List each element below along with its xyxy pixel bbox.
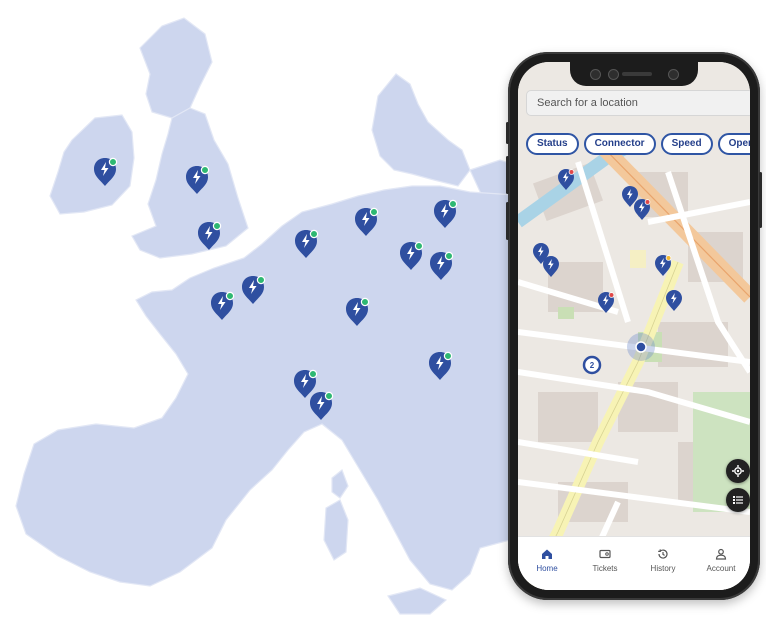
nav-tickets[interactable]: Tickets (577, 547, 633, 573)
search-placeholder: Search for a location (537, 97, 638, 109)
filter-chips: Status Connector Speed Operator (526, 133, 750, 155)
filter-chip-status[interactable]: Status (526, 133, 579, 155)
history-icon (658, 549, 668, 559)
land-scandinavia (371, 73, 471, 187)
phone-mockup: 2 Search for a location Status Connector… (506, 52, 762, 600)
nav-account-label: Account (706, 564, 736, 573)
crosshair-icon (732, 465, 744, 477)
phone-screen: 2 Search for a location Status Connector… (518, 62, 750, 590)
search-input[interactable]: Search for a location (526, 90, 750, 116)
ticket-icon (599, 549, 611, 559)
nav-account[interactable]: Account (693, 547, 749, 573)
cluster-marker[interactable]: 2 (582, 355, 602, 375)
speaker-grille (622, 72, 652, 76)
land-continent (15, 185, 531, 591)
land-masses (15, 17, 531, 615)
home-icon (542, 549, 552, 559)
camera-icon (608, 69, 619, 80)
camera-icon (590, 69, 601, 80)
account-icon (715, 548, 727, 560)
camera-icon (668, 69, 679, 80)
bottom-navigation: Home Tickets History Account (518, 536, 750, 590)
land-sardinia (323, 499, 349, 561)
list-icon (733, 496, 743, 504)
filter-chip-connector[interactable]: Connector (583, 133, 656, 155)
phone-side-button (506, 122, 509, 144)
filter-chip-operator[interactable]: Operator (717, 133, 750, 155)
phone-notch (570, 62, 698, 86)
filter-chip-speed[interactable]: Speed (660, 133, 713, 155)
land-corsica (331, 469, 349, 499)
land-sicily (387, 587, 448, 615)
cluster-count: 2 (590, 361, 595, 370)
nav-home[interactable]: Home (519, 547, 575, 573)
land-scotland (139, 17, 213, 119)
phone-side-button (506, 156, 509, 194)
nav-home-label: Home (536, 564, 558, 573)
list-view-button[interactable] (726, 488, 750, 512)
nav-tickets-label: Tickets (592, 564, 618, 573)
nav-history-label: History (650, 564, 676, 573)
land-ireland (49, 114, 135, 215)
phone-side-button (759, 172, 762, 228)
nav-history[interactable]: History (635, 547, 691, 573)
phone-side-button (506, 202, 509, 240)
locate-me-button[interactable] (726, 459, 750, 483)
